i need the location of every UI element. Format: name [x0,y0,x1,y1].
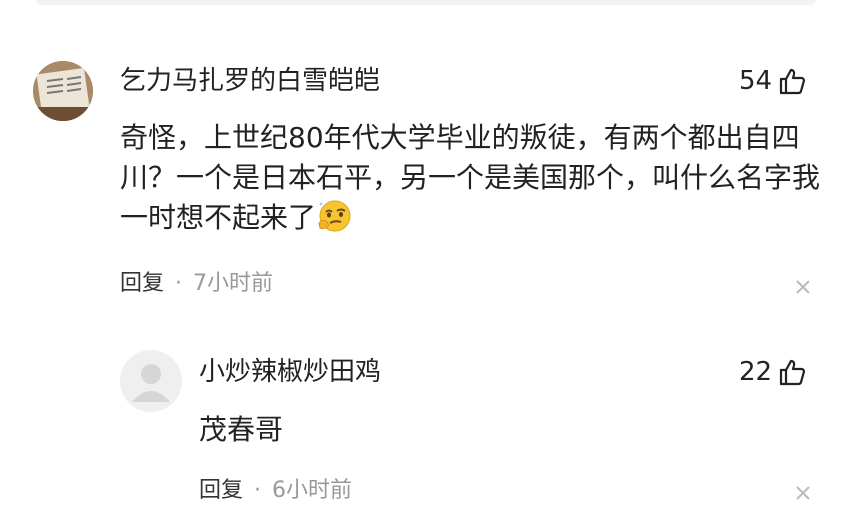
separator-dot: · [254,478,262,503]
comment-text-body: 奇怪，上世纪80年代大学毕业的叛徒，有两个都出自四川？一个是日本石平，另一个是美… [120,121,821,234]
comment-meta: 回复 · 7小时前 [120,270,273,298]
thinking-face-emoji-icon [316,199,354,244]
separator-dot: · [175,271,183,296]
close-icon[interactable] [794,278,812,296]
reply-text: 茂春哥 [199,413,284,446]
close-icon[interactable] [794,484,812,502]
comment-like-button[interactable]: 54 [739,66,806,96]
reply-meta: 回复 · 6小时前 [199,477,352,505]
reply-like-button[interactable]: 22 [739,357,806,387]
comment-time: 7小时前 [193,271,274,296]
reply-author[interactable]: 小炒辣椒炒田鸡 [199,357,381,387]
thumbs-up-icon [779,359,806,386]
thumbs-up-icon [779,68,806,95]
comment-author[interactable]: 乞力马扎罗的白雪皑皑 [120,66,380,96]
reply-time: 6小时前 [272,478,353,503]
reply-reply-button[interactable]: 回复 [199,477,243,505]
avatar[interactable] [33,61,93,121]
comment-reply-button[interactable]: 回复 [120,270,164,298]
comment-like-count: 54 [739,66,773,96]
default-user-icon [120,350,182,412]
book-photo-icon [33,61,93,121]
reply-like-count: 22 [739,357,773,387]
comment-text: 奇怪，上世纪80年代大学毕业的叛徒，有两个都出自四川？一个是日本石平，另一个是美… [120,118,820,244]
previous-card-edge [36,0,816,5]
reply-avatar[interactable] [120,350,182,412]
